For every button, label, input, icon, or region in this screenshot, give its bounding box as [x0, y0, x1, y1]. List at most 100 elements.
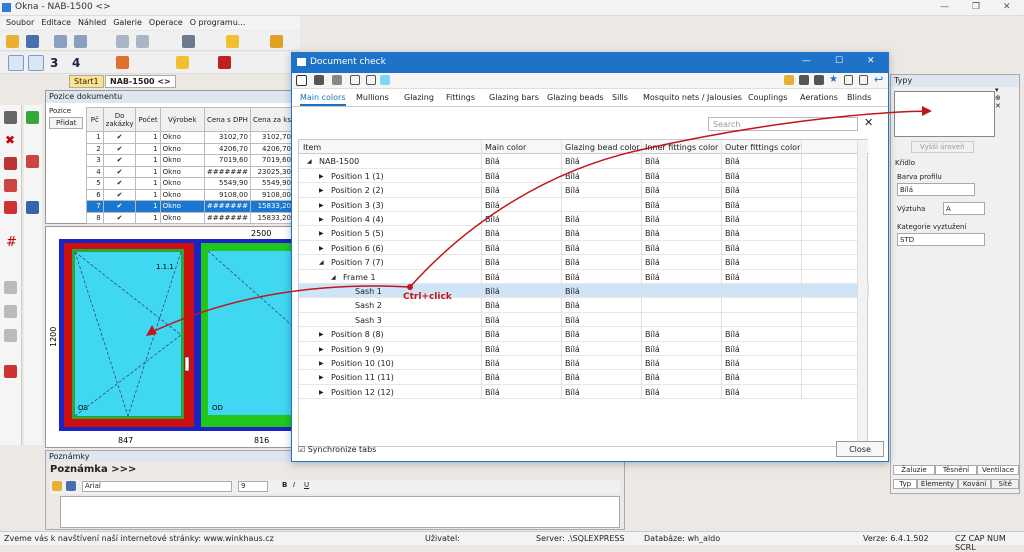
- tree-cell[interactable]: Bílá: [725, 215, 740, 224]
- expand-icon[interactable]: ▶: [319, 230, 324, 237]
- table-row[interactable]: 5 ✔ 1 Okno 5549,90 5549,90: [86, 177, 295, 190]
- menu-soubor[interactable]: Soubor: [6, 18, 34, 27]
- table-row[interactable]: 6 ✔ 1 Okno 9108,00 9108,00: [86, 188, 295, 201]
- tree-cell[interactable]: Bílá: [565, 388, 580, 397]
- light-icon[interactable]: [176, 56, 189, 69]
- tree-row[interactable]: ▶ Position 3 (3) Bílá Bílá Bílá: [299, 198, 869, 212]
- frame-view-icon[interactable]: [350, 75, 360, 85]
- tree-cell[interactable]: Bílá: [485, 244, 500, 253]
- tree-row[interactable]: ▶ Position 1 (1) Bílá Bílá Bílá Bílá: [299, 169, 869, 184]
- tree-cell[interactable]: Bílá: [645, 258, 660, 267]
- tree-cell[interactable]: Bílá: [485, 345, 500, 354]
- dialog-saveas-icon[interactable]: [814, 75, 824, 85]
- tree-cell[interactable]: Bílá: [485, 215, 500, 224]
- expand-icon[interactable]: ◢: [331, 274, 336, 281]
- tab-sills[interactable]: Sills: [612, 93, 628, 102]
- tab-blinds[interactable]: Blinds: [847, 93, 871, 102]
- tree-cell[interactable]: Bílá: [565, 244, 580, 253]
- close-icon[interactable]: ✕: [1003, 2, 1011, 12]
- reinforcement-select[interactable]: A: [943, 202, 985, 215]
- search-input[interactable]: Search: [708, 117, 858, 131]
- expand-icon[interactable]: ◢: [319, 259, 324, 266]
- tree-cell[interactable]: Bílá: [645, 345, 660, 354]
- tree-cell[interactable]: Bílá: [725, 201, 740, 210]
- rect3-icon[interactable]: [4, 329, 17, 342]
- tree-row[interactable]: ▶ Position 9 (9) Bílá Bílá Bílá Bílá: [299, 342, 869, 356]
- tab-nab-1500[interactable]: NAB-1500 <>: [105, 75, 176, 88]
- tree-col-header[interactable]: Item: [303, 143, 321, 152]
- tree-row[interactable]: ▶ Position 10 (10) Bílá Bílá Bílá Bílá: [299, 356, 869, 371]
- tree-cell[interactable]: Bílá: [485, 172, 500, 181]
- handle-icon[interactable]: [184, 356, 190, 372]
- notes-textarea[interactable]: [60, 496, 620, 528]
- tool-icon[interactable]: [182, 35, 195, 48]
- tree-cell[interactable]: Bílá: [485, 359, 500, 368]
- tree-row[interactable]: Sash 1 Bílá Bílá: [299, 284, 869, 299]
- tree-row[interactable]: ◢ Position 7 (7) Bílá Bílá Bílá Bílá: [299, 255, 869, 270]
- col-pc[interactable]: Pč: [86, 107, 104, 132]
- tree-cell[interactable]: Bílá: [565, 287, 580, 296]
- close-button[interactable]: Close: [836, 441, 884, 457]
- higher-level-button[interactable]: Vyšší úroveň: [911, 141, 974, 153]
- tab-main-colors[interactable]: Main colors: [300, 93, 346, 106]
- expand-icon[interactable]: ▶: [319, 374, 324, 381]
- tree-col-header[interactable]: Inner fittings color: [645, 143, 718, 152]
- tab-glazing-beads[interactable]: Glazing beads: [547, 93, 604, 102]
- tree-cell[interactable]: Bílá: [485, 316, 500, 325]
- tree-cell[interactable]: Bílá: [485, 388, 500, 397]
- copy-icon[interactable]: [136, 35, 149, 48]
- tree-row[interactable]: Sash 3 Bílá Bílá: [299, 313, 869, 328]
- tree-cell[interactable]: Bílá: [565, 157, 580, 166]
- reinforcement-category-select[interactable]: STD: [897, 233, 985, 246]
- col-pocet[interactable]: Počet: [135, 107, 161, 132]
- help-icon[interactable]: [226, 35, 239, 48]
- tree-col-header[interactable]: Outer fittings color: [725, 143, 800, 152]
- tree-row[interactable]: ▶ Position 12 (12) Bílá Bílá Bílá Bílá: [299, 385, 869, 400]
- tree-cell[interactable]: Bílá: [645, 215, 660, 224]
- size-select[interactable]: 9: [238, 481, 268, 492]
- tab-ventilace[interactable]: Ventilace: [977, 465, 1019, 475]
- star-icon[interactable]: ★: [829, 74, 838, 85]
- tab-fittings[interactable]: Fittings: [446, 93, 475, 102]
- panel-icon[interactable]: [26, 111, 39, 124]
- dialog-open-icon[interactable]: [784, 75, 794, 85]
- tree-cell[interactable]: Bílá: [485, 157, 500, 166]
- open-folder-icon[interactable]: [6, 35, 19, 48]
- arc-icon[interactable]: [26, 201, 39, 214]
- menu-operace[interactable]: Operace: [149, 18, 183, 27]
- expand-icon[interactable]: ▶: [319, 346, 324, 353]
- bold-button[interactable]: B: [282, 481, 287, 489]
- tree-cell[interactable]: Bílá: [485, 273, 500, 282]
- redo-icon[interactable]: [74, 35, 87, 48]
- table-row[interactable]: 7 ✔ 1 Okno ####### 15833,20: [86, 200, 295, 213]
- tree-cell[interactable]: Bílá: [485, 258, 500, 267]
- tree-cell[interactable]: Bílá: [645, 201, 660, 210]
- restore-icon[interactable]: ❐: [972, 2, 980, 12]
- expand-icon[interactable]: ▶: [319, 216, 324, 223]
- tree-cell[interactable]: Bílá: [565, 186, 580, 195]
- notes-save-icon[interactable]: [66, 481, 76, 491]
- glass-2[interactable]: [208, 251, 294, 415]
- add-position-button[interactable]: Přidat: [49, 117, 84, 129]
- draw-icon[interactable]: [218, 56, 231, 69]
- tree-row[interactable]: ◢ NAB-1500 Bílá Bílá Bílá Bílá: [299, 154, 869, 169]
- expand-icon[interactable]: ▶: [319, 360, 324, 367]
- tree-cell[interactable]: Bílá: [725, 345, 740, 354]
- doc-icon[interactable]: [844, 75, 853, 85]
- dialog-minimize-icon[interactable]: —: [802, 56, 811, 66]
- tree-row[interactable]: ▶ Position 11 (11) Bílá Bílá Bílá Bílá: [299, 370, 869, 385]
- tree-row[interactable]: ▶ Position 2 (2) Bílá Bílá Bílá Bílá: [299, 183, 869, 198]
- table-row[interactable]: 8 ✔ 1 Okno ####### 15833,20: [86, 211, 295, 224]
- tree-cell[interactable]: Bílá: [565, 345, 580, 354]
- tree-cell[interactable]: Bílá: [565, 229, 580, 238]
- tree-cell[interactable]: Bílá: [645, 172, 660, 181]
- menu-editace[interactable]: Editace: [41, 18, 71, 27]
- table-row[interactable]: 1 ✔ 1 Okno 3102,70 3102,70: [86, 131, 295, 144]
- doc2-icon[interactable]: [859, 75, 868, 85]
- rect2-icon[interactable]: [4, 305, 17, 318]
- line-icon[interactable]: [4, 157, 17, 170]
- expand-icon[interactable]: ▶: [319, 202, 324, 209]
- tree-cell[interactable]: Bílá: [485, 287, 500, 296]
- tab-tesneni[interactable]: Těsnění: [935, 465, 977, 475]
- table-row[interactable]: 2 ✔ 1 Okno 4206,70 4206,70: [86, 142, 295, 155]
